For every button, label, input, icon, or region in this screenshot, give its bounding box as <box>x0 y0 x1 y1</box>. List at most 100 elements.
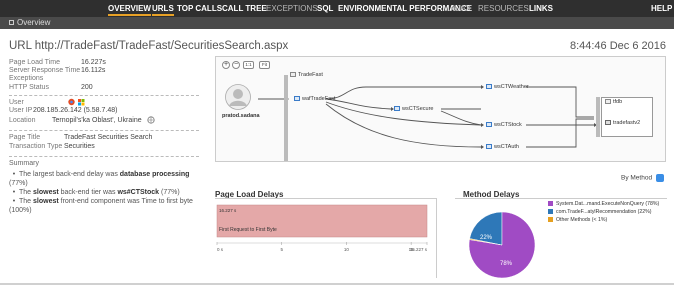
value: TradeFast Securities Search <box>64 134 153 141</box>
top-nav: OVERVIEW URLS TOP CALLS CALL TREE EXCEPT… <box>0 0 674 17</box>
overview-label: Overview <box>17 18 51 27</box>
legend-swatch <box>548 209 553 215</box>
text: (77%) <box>9 180 28 187</box>
x-tick-label: 16.227 s <box>410 247 428 252</box>
label: Location <box>9 116 36 124</box>
x-tick-label: 10 <box>344 247 350 252</box>
tier-label: TradeFast <box>290 72 323 78</box>
value: 208.185.26.142 (5.58.7.48) <box>33 107 118 114</box>
divider <box>9 156 199 157</box>
nav-links[interactable]: LINKS <box>529 4 553 13</box>
bar-category-label: First Request to First Byte <box>219 227 277 233</box>
flow-map[interactable]: + − 1:1 Fit TradeFast pratod.sadana wafT… <box>215 56 666 162</box>
page-title-row: Page Title TradeFast Securities Search <box>9 134 152 141</box>
pie-label-large: 78% <box>500 261 513 267</box>
nav-sql[interactable]: SQL <box>317 4 333 13</box>
user-ip-row: User IP208.185.26.142 (5.58.7.48) <box>9 107 117 114</box>
node-wsctsecure[interactable]: wsCTSecure <box>394 106 433 112</box>
legend-label: com.TradeF...atylRecommendation (22%) <box>556 209 652 215</box>
label: Exceptions <box>9 75 44 82</box>
node-wsctweather[interactable]: wsCTWeather <box>486 84 529 90</box>
http-status-row: HTTP Status 200 <box>9 84 93 91</box>
nav-call-tree[interactable]: CALL TREE <box>222 4 267 13</box>
label: Server Response Time <box>9 67 81 74</box>
pie-label-small: 22% <box>480 235 493 241</box>
text: The largest back-end delay was <box>19 171 120 178</box>
x-tick-label: 5 <box>280 247 283 252</box>
globe-icon <box>146 116 155 124</box>
sub-header-bar: Overview <box>0 17 674 29</box>
nav-urls[interactable]: URLS <box>152 4 174 16</box>
exceptions-row: Exceptions <box>9 75 59 82</box>
nav-resources[interactable]: RESOURCES <box>478 4 529 13</box>
service-icon <box>394 106 400 112</box>
user-row: User <box>9 98 86 106</box>
label: Transaction Type <box>9 143 63 150</box>
timestamp: 8:44:46 Dec 6 2016 <box>569 40 666 52</box>
overview-toggle[interactable]: Overview <box>9 18 50 27</box>
label: Page Load Time <box>9 59 60 66</box>
text: (77%) <box>159 189 180 196</box>
db-name: tfdb <box>613 99 623 105</box>
nav-top-calls[interactable]: TOP CALLS <box>177 4 222 13</box>
nav-exceptions[interactable]: EXCEPTIONS <box>266 4 318 13</box>
by-method-dropdown[interactable]: By Method <box>621 174 665 182</box>
service-icon <box>486 144 492 150</box>
node-wsctauth[interactable]: wsCTAuth <box>486 144 519 150</box>
node-label: wsCTAuth <box>494 144 519 150</box>
transaction-type-row: Transaction Type Securities <box>9 143 95 150</box>
nav-help[interactable]: HELP <box>651 4 672 13</box>
summary-heading: Summary <box>9 160 39 167</box>
collapse-icon <box>9 20 14 25</box>
page-load-time-row: Page Load Time 16.227s <box>9 59 106 66</box>
nav-overview[interactable]: OVERVIEW <box>108 4 151 16</box>
value: Ternopil's'ka Oblast', Ukraine <box>52 116 142 124</box>
dropdown-arrow-icon <box>656 174 665 182</box>
value: Securities <box>64 143 95 150</box>
database-icon <box>605 120 611 126</box>
legend-item: com.TradeF...atylRecommendation (22%) <box>548 209 652 215</box>
bar-value-label: 16.227 s <box>219 208 237 213</box>
tier-bar <box>284 75 288 161</box>
text: back-end tier was <box>58 189 118 196</box>
summary-list: • The largest back-end delay was database… <box>9 170 199 215</box>
page-load-delays-panel: 16.227 s First Request to First Byte 0 s 5 1… <box>215 198 437 278</box>
node-label: wsCTSecure <box>402 106 434 112</box>
nav-ajax[interactable]: AJAX <box>451 4 471 13</box>
node-tradefastv2[interactable]: tradefastv2 <box>605 120 640 126</box>
service-icon <box>486 122 492 128</box>
label: User <box>9 98 24 106</box>
text: The <box>19 198 34 205</box>
value: 16.227s <box>81 59 106 66</box>
divider <box>9 130 199 131</box>
legend-item: System.Dat...mand.ExecuteNonQuery (78%) <box>548 201 659 207</box>
user-name: pratod.sadana <box>222 113 260 119</box>
label: HTTP Status <box>9 84 49 91</box>
x-tick-label: 0 s <box>217 247 224 252</box>
legend-label: System.Dat...mand.ExecuteNonQuery (78%) <box>556 201 660 207</box>
text: slowest <box>33 189 59 196</box>
service-icon <box>294 96 300 102</box>
db-tier-label: tfdb <box>605 99 622 105</box>
location-row: Location Ternopil's'ka Oblast', Ukraine <box>9 116 155 124</box>
node-waftradefast[interactable]: wafTradeFast <box>294 96 335 102</box>
summary-item: • The slowest front-end component was Tim… <box>9 198 193 214</box>
node-label: wsCTWeather <box>494 84 529 90</box>
legend-label: Other Methods (< 1%) <box>556 217 608 223</box>
page-title: URL http://TradeFast/TradeFast/Securitie… <box>9 40 289 52</box>
browser-os-icon <box>68 98 85 106</box>
text: ws#CTStock <box>117 189 160 196</box>
page-load-delays-chart: 16.227 s First Request to First Byte 0 s 5 1… <box>216 204 428 252</box>
user-avatar-icon[interactable] <box>225 84 251 110</box>
tier-name: TradeFast <box>298 72 323 78</box>
value: 200 <box>81 84 93 91</box>
node-label: tradefastv2 <box>613 120 641 126</box>
node-wsctstock[interactable]: wsCTStock <box>486 122 522 128</box>
text: The <box>19 189 34 196</box>
text: database processing <box>119 171 190 178</box>
legend-swatch <box>548 201 553 207</box>
legend-swatch <box>548 217 553 223</box>
node-label: wsCTStock <box>494 122 522 128</box>
node-label: wafTradeFast <box>302 96 336 102</box>
dropdown-label: By Method <box>621 174 653 182</box>
